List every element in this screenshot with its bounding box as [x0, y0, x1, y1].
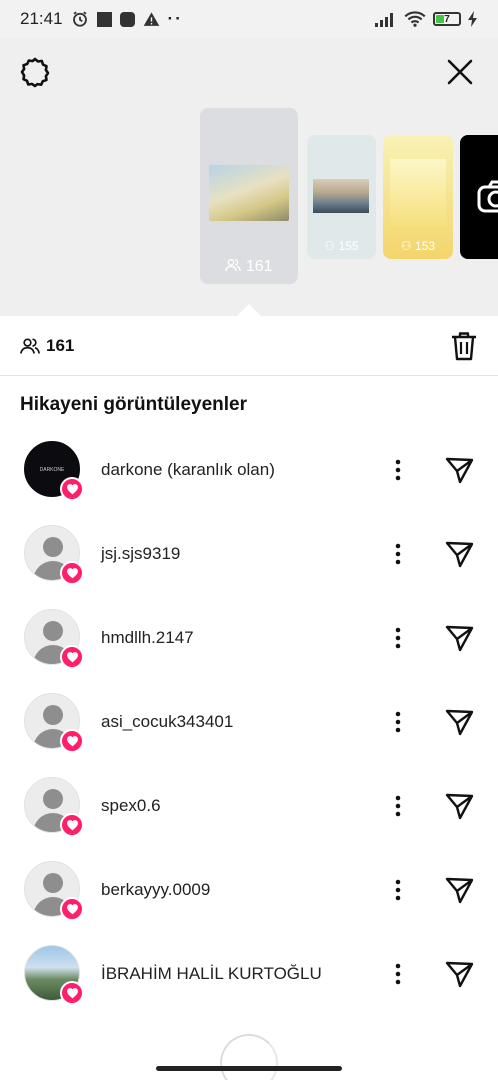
app-notification-icon [96, 11, 112, 27]
send-icon[interactable] [444, 539, 474, 569]
heart-icon [60, 813, 84, 837]
avatar[interactable]: DARKONE [24, 441, 84, 501]
viewer-row[interactable]: asi_cocuk343401 [0, 680, 498, 764]
people-icon: ⚇ [324, 239, 336, 253]
viewer-username[interactable]: spex0.6 [101, 796, 386, 816]
story-image [313, 179, 369, 213]
viewer-row[interactable]: İBRAHİM HALİL KURTOĞLU [0, 932, 498, 1016]
viewer-row[interactable]: hmdllh.2147 [0, 596, 498, 680]
heart-icon [60, 645, 84, 669]
avatar[interactable] [24, 945, 84, 1005]
status-right: 7 [375, 11, 478, 27]
charging-icon [468, 11, 477, 27]
viewer-row[interactable]: jsj.sjs9319 [0, 512, 498, 596]
story-thumbnail-2[interactable]: ⚇ 155 [307, 135, 376, 259]
viewer-username[interactable]: asi_cocuk343401 [101, 712, 386, 732]
story-thumbnail-3[interactable]: ⚇ 153 [383, 135, 453, 259]
signal-icon [375, 13, 393, 27]
viewer-row[interactable]: berkayyy.0009 [0, 848, 498, 932]
status-bar: 21:41 ·· 7 [0, 0, 498, 38]
camera-icon [477, 180, 498, 213]
send-icon[interactable] [444, 791, 474, 821]
send-icon[interactable] [444, 707, 474, 737]
viewer-row[interactable]: spex0.6 [0, 764, 498, 848]
viewer-list: DARKONE darkone (karanlık olan) jsj.sjs9… [0, 428, 498, 1016]
viewer-username[interactable]: hmdllh.2147 [101, 628, 386, 648]
heart-icon [60, 729, 84, 753]
story-thumbnail-selected[interactable]: 161 [200, 108, 298, 284]
send-icon[interactable] [444, 959, 474, 989]
gear-icon[interactable] [19, 56, 51, 88]
avatar-logo-text: DARKONE [39, 467, 65, 473]
avatar[interactable] [24, 777, 84, 837]
wifi-icon [404, 11, 426, 27]
send-icon[interactable] [444, 623, 474, 653]
add-story-thumbnail[interactable] [460, 135, 498, 259]
people-icon: ⚇ [400, 239, 412, 253]
viewer-username[interactable]: darkone (karanlık olan) [101, 460, 386, 480]
more-vertical-icon[interactable] [386, 542, 410, 566]
heart-icon [60, 477, 84, 501]
heart-icon [60, 981, 84, 1005]
viewer-count-bar: 161 [0, 316, 498, 376]
viewer-total: 161 [46, 335, 75, 355]
story-tray: 161 ⚇ 155 ⚇ 153 [0, 38, 498, 316]
status-time: 21:41 [20, 9, 63, 28]
viewer-row[interactable]: DARKONE darkone (karanlık olan) [0, 428, 498, 512]
avatar[interactable] [24, 693, 84, 753]
app-notification-icon-2 [119, 11, 135, 27]
send-icon[interactable] [444, 455, 474, 485]
selection-caret [236, 304, 262, 316]
heart-icon [60, 897, 84, 921]
people-icon [20, 338, 40, 354]
status-left: 21:41 ·· [20, 9, 183, 29]
more-vertical-icon[interactable] [386, 626, 410, 650]
story-view-count: ⚇ 153 [400, 239, 436, 253]
story-image [209, 165, 289, 221]
more-vertical-icon[interactable] [386, 962, 410, 986]
viewer-username[interactable]: İBRAHİM HALİL KURTOĞLU [101, 964, 386, 984]
battery-icon: 7 [433, 12, 461, 26]
story-view-count: ⚇ 155 [324, 239, 359, 253]
alarm-icon [72, 11, 87, 27]
warning-icon [143, 11, 159, 26]
people-icon [225, 259, 242, 272]
story-view-count: 161 [200, 258, 298, 276]
send-icon[interactable] [444, 875, 474, 905]
story-image [390, 159, 446, 227]
heart-icon [60, 561, 84, 585]
viewer-username[interactable]: jsj.sjs9319 [101, 544, 386, 564]
more-vertical-icon[interactable] [386, 878, 410, 902]
loading-spinner [220, 1034, 278, 1080]
close-icon[interactable] [444, 56, 476, 88]
avatar[interactable] [24, 861, 84, 921]
section-title: Hikayeni görüntüleyenler [20, 394, 248, 415]
more-vertical-icon[interactable] [386, 794, 410, 818]
avatar[interactable] [24, 525, 84, 585]
avatar[interactable] [24, 609, 84, 669]
viewer-username[interactable]: berkayyy.0009 [101, 880, 386, 900]
more-notifications-icon: ·· [167, 9, 183, 28]
trash-icon[interactable] [450, 331, 478, 361]
more-vertical-icon[interactable] [386, 458, 410, 482]
home-indicator[interactable] [156, 1066, 342, 1071]
more-vertical-icon[interactable] [386, 710, 410, 734]
